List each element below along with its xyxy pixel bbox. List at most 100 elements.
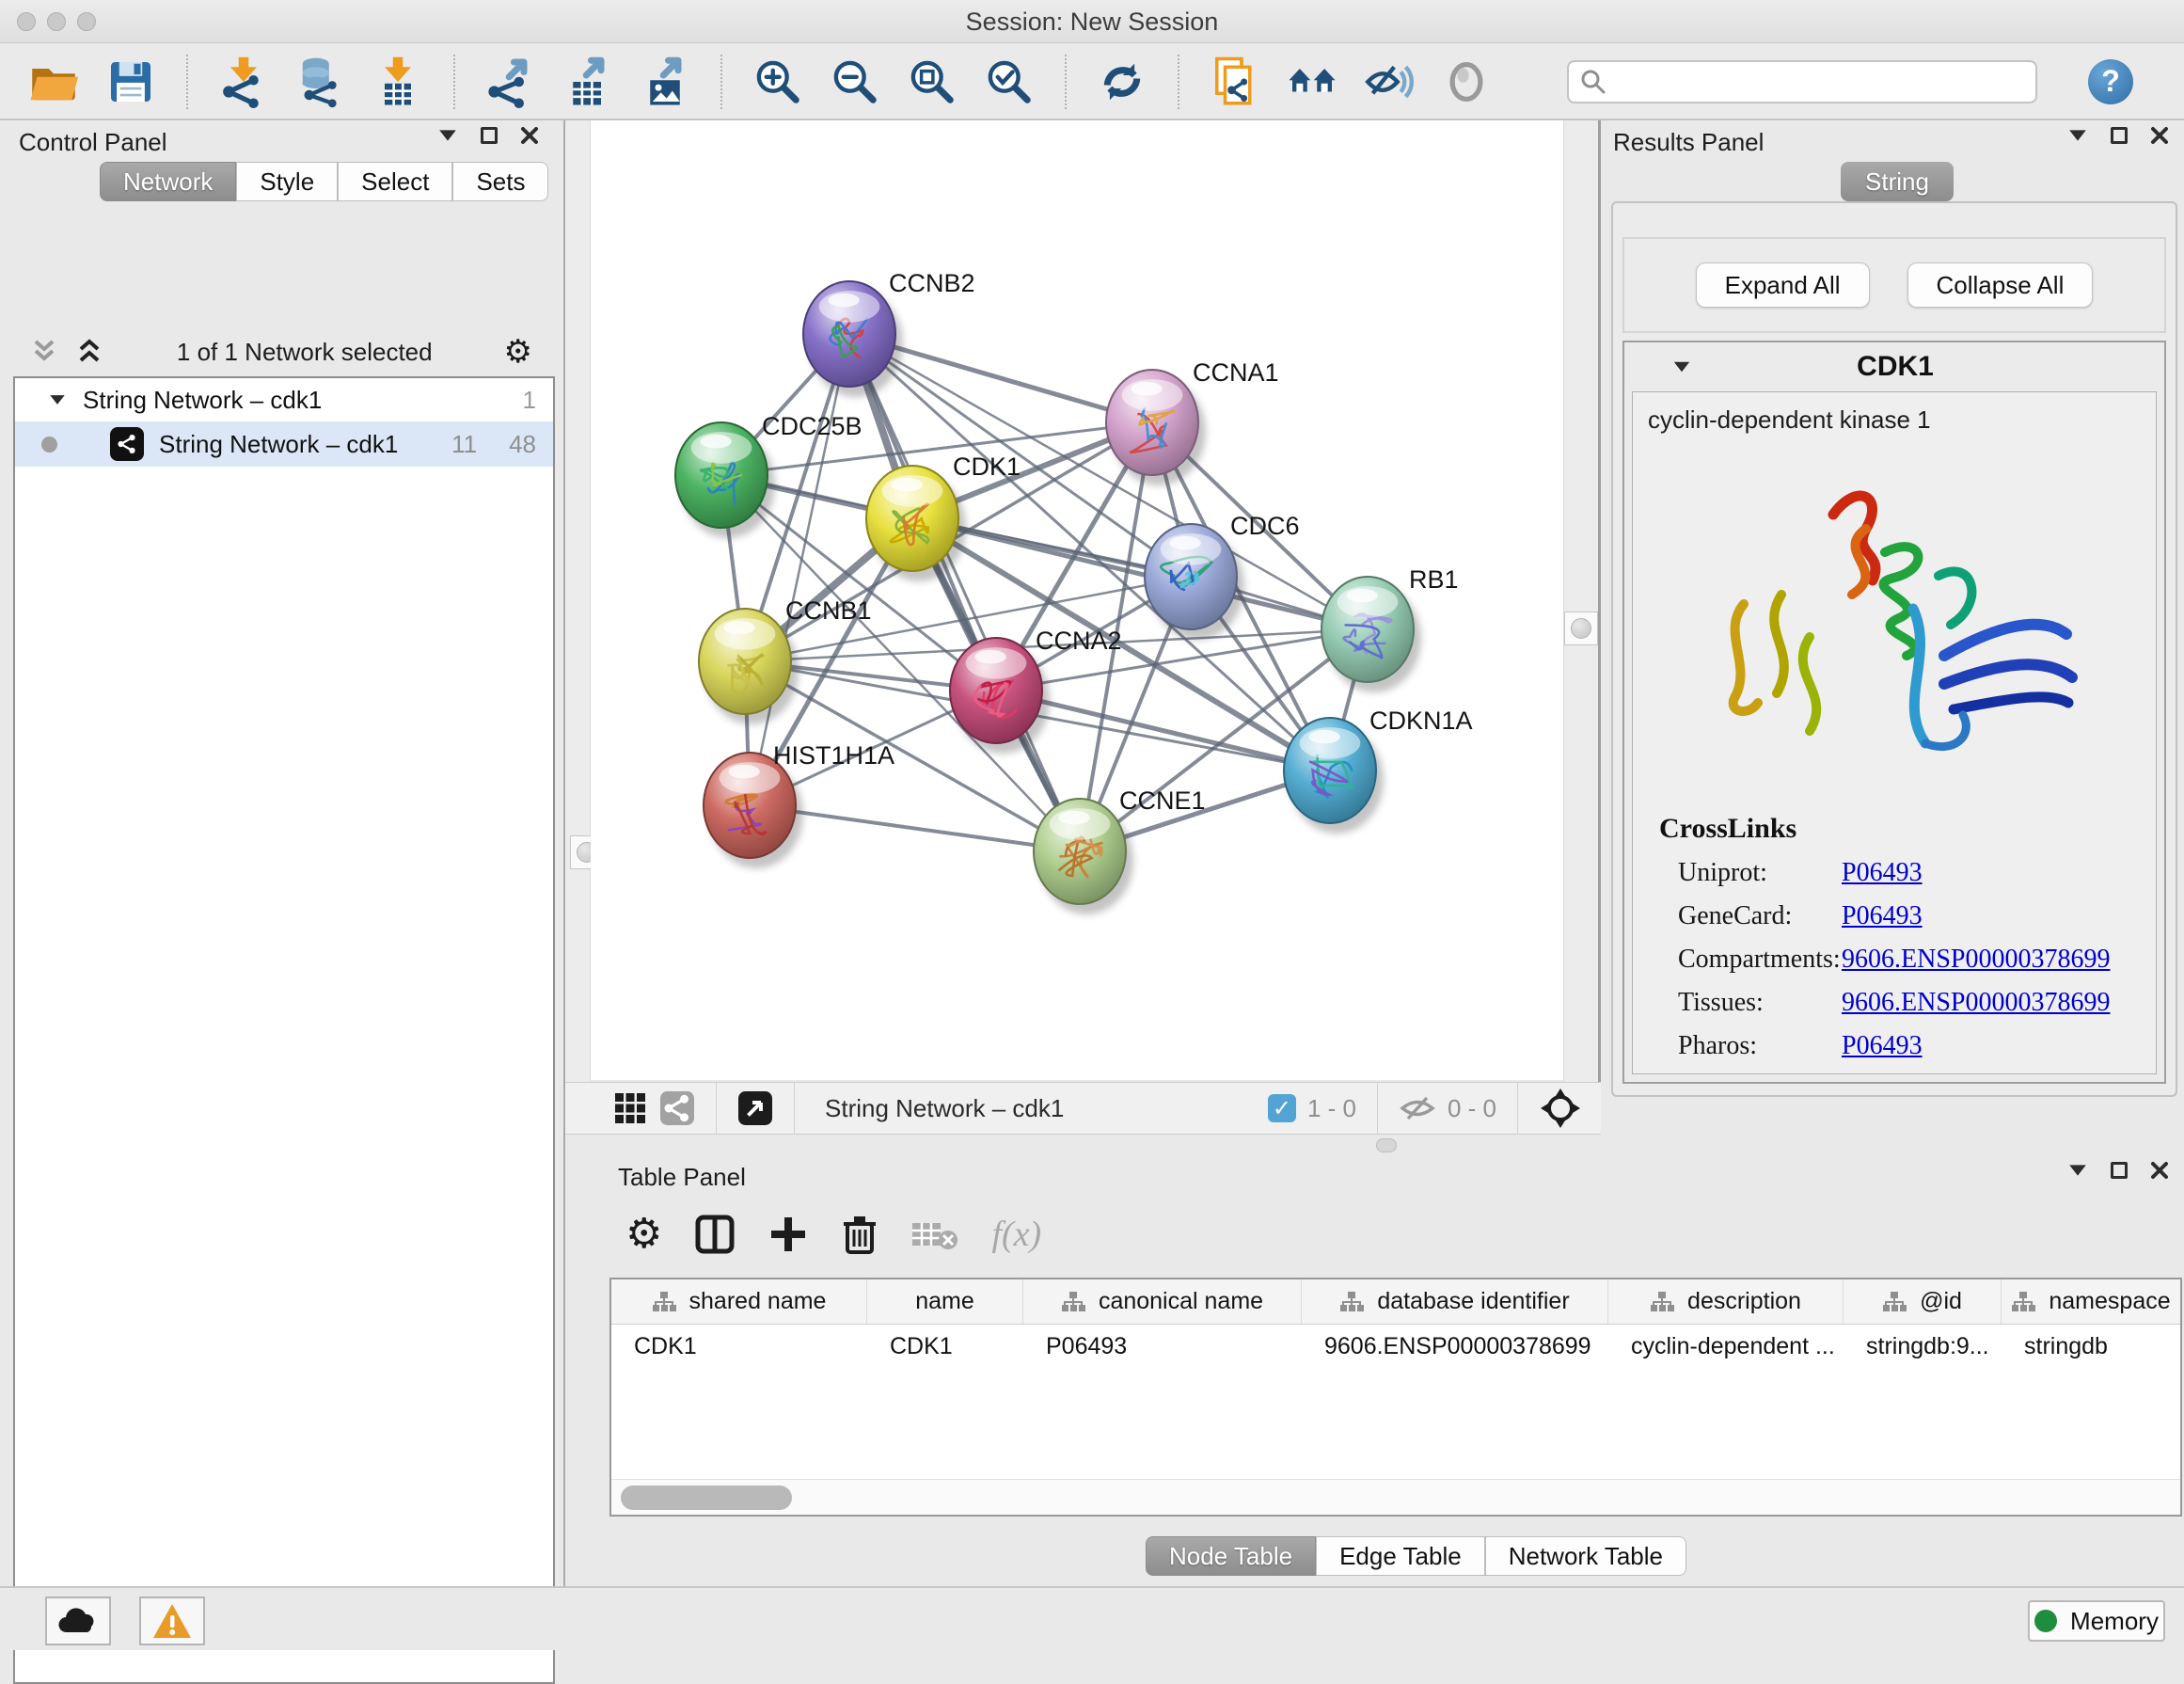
- tab-edge-table[interactable]: Edge Table: [1316, 1536, 1485, 1576]
- cloud-status-button[interactable]: [45, 1597, 111, 1645]
- column-header-shared-name[interactable]: shared name: [611, 1279, 867, 1324]
- cell-namespace[interactable]: stringdb: [2002, 1325, 2180, 1368]
- network-selection-row: 1 of 1 Network selected ⚙: [13, 331, 553, 373]
- external-link-icon: [738, 1091, 772, 1125]
- export-network-button[interactable]: [483, 55, 538, 109]
- network-share-button[interactable]: [659, 1090, 695, 1126]
- tab-network-table[interactable]: Network Table: [1485, 1536, 1686, 1576]
- hide-unhide-button[interactable]: [1362, 55, 1416, 109]
- zoom-out-button[interactable]: [828, 55, 882, 109]
- column-header-description[interactable]: description: [1608, 1279, 1844, 1324]
- network-collection-row[interactable]: String Network – cdk1 1: [15, 378, 553, 421]
- scrollbar-thumb[interactable]: [621, 1485, 792, 1510]
- birdseye-grid-button[interactable]: [612, 1090, 648, 1126]
- crosshair-icon[interactable]: [1539, 1087, 1582, 1130]
- tab-string[interactable]: String: [1841, 162, 1954, 201]
- gene-section-header[interactable]: CDK1: [1624, 342, 2164, 391]
- network-canvas[interactable]: CCNB2CCNA1CDC25BCDK1CDC6RB1CCNB1CCNA2CDK…: [591, 120, 1563, 1080]
- crosslink-uniprot-link[interactable]: P06493: [1842, 858, 1923, 888]
- window-titlebar: Session: New Session: [0, 0, 2184, 43]
- warnings-button[interactable]: [139, 1597, 205, 1645]
- crosslink-genecard-link[interactable]: P06493: [1842, 901, 1923, 931]
- footer-separator: [716, 1083, 717, 1134]
- float-panel-icon[interactable]: [2111, 127, 2128, 144]
- help-button[interactable]: ?: [2088, 59, 2133, 104]
- zoom-in-button[interactable]: [751, 55, 805, 109]
- string-home-button[interactable]: [1285, 55, 1339, 109]
- network-edge-ccnb2-hist1h1a[interactable]: [750, 334, 849, 805]
- network-column-icon: [1061, 1291, 1085, 1313]
- tab-select[interactable]: Select: [338, 162, 452, 201]
- table-horizontal-scrollbar[interactable]: [611, 1479, 2180, 1515]
- memory-button[interactable]: Memory: [2028, 1600, 2165, 1642]
- import-network-from-database-button[interactable]: [293, 55, 348, 109]
- save-session-button[interactable]: [103, 55, 158, 109]
- gene-expand-icon[interactable]: [1674, 362, 1690, 373]
- table-settings-gear-icon[interactable]: ⚙: [625, 1214, 662, 1255]
- table-row[interactable]: CDK1 CDK1 P06493 9606.ENSP00000378699 cy…: [611, 1325, 2180, 1368]
- delete-trash-icon[interactable]: [841, 1213, 878, 1256]
- close-panel-icon[interactable]: [2150, 1161, 2169, 1180]
- gene-description: cyclin-dependent kinase 1: [1633, 392, 2156, 435]
- tab-style[interactable]: Style: [236, 162, 338, 201]
- column-header-name[interactable]: name: [867, 1279, 1023, 1324]
- graphics-details-button[interactable]: [1439, 55, 1494, 109]
- import-table-from-file-button[interactable]: [371, 55, 425, 109]
- column-header-canonical-name[interactable]: canonical name: [1023, 1279, 1302, 1324]
- search-input[interactable]: [1616, 64, 2024, 100]
- status-bar: Memory: [0, 1586, 2184, 1650]
- selected-checkbox-icon[interactable]: ✓: [1268, 1094, 1296, 1122]
- collapse-panel-icon[interactable]: [439, 130, 456, 140]
- delete-table-icon: [910, 1215, 959, 1253]
- tab-network[interactable]: Network: [100, 162, 236, 201]
- crosslink-label: Uniprot:: [1678, 858, 1842, 888]
- horizontal-splitter-knob[interactable]: [1376, 1138, 1397, 1152]
- show-columns-icon[interactable]: [694, 1214, 736, 1255]
- column-label: description: [1687, 1288, 1801, 1315]
- export-table-button[interactable]: [561, 55, 615, 109]
- cell-canonical-name[interactable]: P06493: [1023, 1325, 1302, 1368]
- column-header-namespace[interactable]: namespace: [2002, 1279, 2180, 1324]
- right-splitter[interactable]: [1563, 120, 1601, 1082]
- zoom-fit-button[interactable]: [905, 55, 959, 109]
- cell-id[interactable]: stringdb:9...: [1844, 1325, 2002, 1368]
- import-network-from-file-button[interactable]: [216, 55, 271, 109]
- column-header-id[interactable]: @id: [1844, 1279, 2002, 1324]
- close-panel-icon[interactable]: [2150, 126, 2169, 145]
- cell-database-identifier[interactable]: 9606.ENSP00000378699: [1302, 1325, 1608, 1368]
- tab-sets[interactable]: Sets: [452, 162, 548, 201]
- crosslink-compartments-link[interactable]: 9606.ENSP00000378699: [1842, 945, 2110, 975]
- collapse-panel-icon[interactable]: [2069, 1165, 2086, 1175]
- expand-all-button[interactable]: Expand All: [1696, 262, 1870, 308]
- expand-all-icon[interactable]: [73, 338, 105, 366]
- crosslink-tissues-link[interactable]: 9606.ENSP00000378699: [1842, 988, 2110, 1018]
- open-in-new-window-button[interactable]: [737, 1090, 773, 1126]
- apply-layout-button[interactable]: [1095, 55, 1149, 109]
- network-row-selected[interactable]: String Network – cdk1 11 48: [15, 421, 553, 467]
- zoom-selected-button[interactable]: [982, 55, 1037, 109]
- gear-icon[interactable]: ⚙: [504, 336, 532, 368]
- collapse-all-icon[interactable]: [28, 338, 60, 366]
- collapse-all-button[interactable]: Collapse All: [1907, 262, 2094, 308]
- table-empty-area: [611, 1368, 2180, 1479]
- clone-network-button[interactable]: [1208, 55, 1262, 109]
- close-panel-icon[interactable]: [520, 126, 539, 145]
- add-column-icon[interactable]: [768, 1214, 809, 1255]
- cell-shared-name[interactable]: CDK1: [611, 1325, 867, 1368]
- right-splitter-knob[interactable]: [1564, 612, 1598, 645]
- cell-description[interactable]: cyclin-dependent ...: [1608, 1325, 1844, 1368]
- collection-expand-icon[interactable]: [50, 395, 64, 405]
- collapse-panel-icon[interactable]: [2069, 130, 2086, 140]
- window-title: Session: New Session: [0, 8, 2184, 37]
- network-edge-ccnb2-ccne1[interactable]: [849, 334, 1080, 851]
- open-session-button[interactable]: [26, 55, 81, 109]
- cell-name[interactable]: CDK1: [867, 1325, 1023, 1368]
- crosslink-pharos-link[interactable]: P06493: [1842, 1031, 1923, 1061]
- float-panel-icon[interactable]: [2111, 1162, 2128, 1179]
- tab-node-table[interactable]: Node Table: [1146, 1536, 1316, 1576]
- export-image-button[interactable]: [638, 55, 692, 109]
- left-splitter[interactable]: [565, 120, 591, 1082]
- float-panel-icon[interactable]: [481, 127, 498, 144]
- column-header-database-identifier[interactable]: database identifier: [1302, 1279, 1608, 1324]
- zoom-selected-icon: [983, 56, 1036, 108]
